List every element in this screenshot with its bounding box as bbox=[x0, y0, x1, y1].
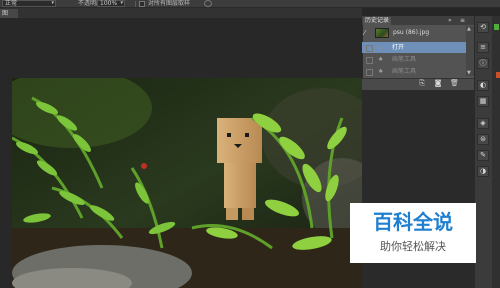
brush-tool-icon: ♠ bbox=[378, 68, 384, 75]
sample-all-layers-label: 对所有图层取样 bbox=[148, 0, 191, 7]
history-brush-source-box[interactable] bbox=[366, 45, 373, 52]
window-edge bbox=[492, 16, 500, 288]
properties-icon[interactable]: ≡ bbox=[477, 42, 489, 53]
swatches-icon[interactable]: ▦ bbox=[477, 96, 489, 107]
history-state-row[interactable]: ♠ 画笔工具 bbox=[362, 66, 466, 77]
history-state-row[interactable]: ♠ 画笔工具 bbox=[362, 54, 466, 65]
history-state-label: 打开 bbox=[392, 44, 405, 51]
panel-menu-icon[interactable]: ≡ bbox=[460, 17, 465, 25]
layers-icon[interactable]: ◈ bbox=[477, 118, 489, 129]
photo-danbo-in-ferns bbox=[12, 78, 368, 288]
blend-mode-select[interactable]: 正常 ▾ bbox=[2, 0, 56, 7]
watermark-title: 百科全说 bbox=[373, 210, 453, 234]
paths-icon[interactable]: ✎ bbox=[477, 150, 489, 161]
snapshot-thumbnail bbox=[375, 28, 389, 38]
adjustments-icon[interactable]: ◑ bbox=[477, 166, 489, 177]
status-indicator bbox=[494, 24, 499, 30]
history-scrollbar[interactable]: ▲ ▼ bbox=[466, 26, 474, 76]
history-brush-source-icon[interactable]: ⁄ bbox=[364, 30, 365, 37]
history-icon[interactable]: ⟲ bbox=[477, 22, 489, 33]
camera-snapshot-icon: ◙ bbox=[434, 79, 442, 87]
history-state-label: 画笔工具 bbox=[392, 56, 417, 63]
delete-state-button[interactable]: 🗑 bbox=[450, 79, 459, 87]
chevron-down-icon: ▾ bbox=[51, 0, 54, 6]
scroll-down-icon[interactable]: ▼ bbox=[467, 70, 471, 76]
blend-mode-value: 正常 bbox=[5, 0, 18, 7]
sample-all-layers-checkbox[interactable] bbox=[139, 1, 145, 7]
scroll-up-icon[interactable]: ▲ bbox=[467, 26, 471, 32]
history-state-label: 画笔工具 bbox=[392, 68, 417, 75]
document-tab-strip bbox=[0, 8, 362, 18]
create-snapshot-button[interactable]: ◙ bbox=[434, 80, 442, 87]
opacity-value: 100% bbox=[100, 0, 118, 7]
brush-tool-icon: ♠ bbox=[378, 56, 384, 63]
new-document-from-state-icon: ⎘ bbox=[419, 79, 425, 87]
history-state-row[interactable]: ▭ 打开 bbox=[362, 42, 466, 53]
double-chevron-right-icon[interactable]: » bbox=[448, 17, 452, 25]
pressure-target-icon[interactable] bbox=[204, 0, 212, 7]
chevron-down-icon: ▾ bbox=[120, 0, 123, 6]
history-brush-source-box[interactable] bbox=[366, 57, 373, 64]
divider bbox=[135, 1, 136, 7]
open-document-icon: ▭ bbox=[378, 44, 384, 51]
status-indicator bbox=[496, 72, 500, 78]
canvas-photo[interactable] bbox=[12, 78, 368, 288]
opacity-input[interactable]: 100% ▾ bbox=[97, 0, 125, 7]
color-icon[interactable]: ◐ bbox=[477, 80, 489, 91]
trash-icon: 🗑 bbox=[450, 79, 459, 87]
document-tab[interactable]: 图 bbox=[0, 9, 18, 18]
history-brush-source-box[interactable] bbox=[366, 69, 373, 76]
options-bar bbox=[0, 0, 500, 8]
history-tab[interactable]: 历史记录 bbox=[363, 17, 391, 25]
snapshot-label: psu (86).jpg bbox=[393, 29, 430, 36]
channels-icon[interactable]: ⊜ bbox=[477, 134, 489, 145]
watermark-subtitle: 助你轻松解决 bbox=[380, 240, 446, 253]
info-icon[interactable]: ⓘ bbox=[477, 58, 489, 69]
new-document-from-state-button[interactable]: ⎘ bbox=[418, 80, 426, 87]
